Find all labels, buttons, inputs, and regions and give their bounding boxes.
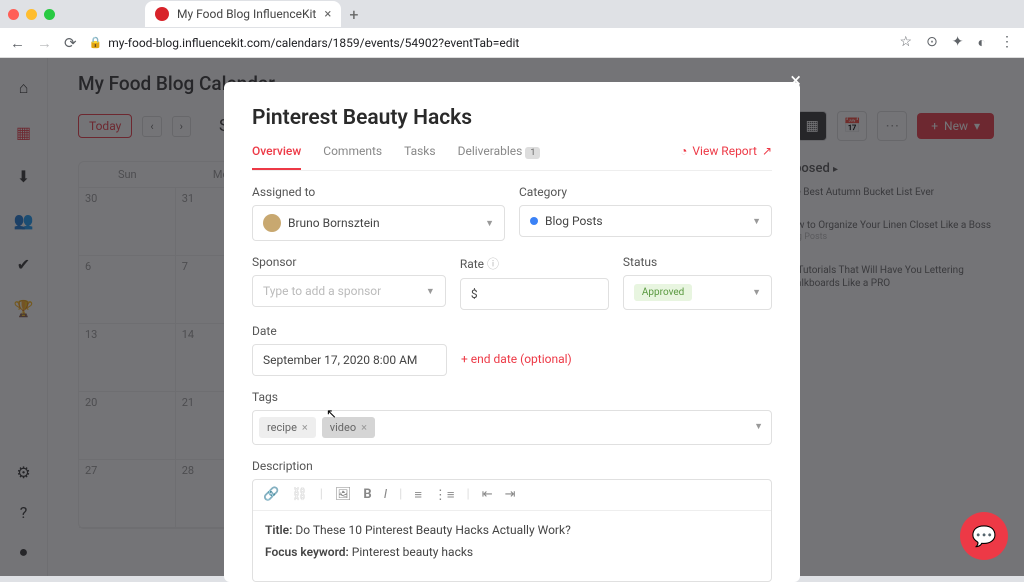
assigned-select[interactable]: Bruno Bornsztein▼	[252, 205, 505, 241]
description-editor: 🔗 ⛓ | 🖼 B I | ≡ ⋮≡ | ⇤ ⇥ Title:	[252, 479, 772, 582]
outdent-icon[interactable]: ⇤	[482, 487, 493, 503]
menu-icon[interactable]: ⋮	[1000, 34, 1014, 51]
tab-comments[interactable]: Comments	[323, 144, 382, 170]
browser-tab[interactable]: My Food Blog InfluenceKit ×	[145, 1, 341, 27]
tab-title: My Food Blog InfluenceKit	[177, 7, 316, 21]
remove-tag-icon[interactable]: ×	[302, 421, 308, 434]
status-badge: Approved	[634, 284, 692, 301]
unlink-icon[interactable]: ⛓	[291, 487, 308, 503]
chevron-down-icon: ▼	[752, 216, 761, 227]
chart-icon: ◔	[680, 144, 687, 158]
info-icon[interactable]: ⓘ	[487, 257, 499, 271]
address-bar: ← → ⟳ 🔒 my-food-blog.influencekit.com/ca…	[0, 28, 1024, 58]
ext1-icon[interactable]: ⊙	[926, 34, 938, 51]
url-text: my-food-blog.influencekit.com/calendars/…	[108, 36, 519, 50]
app-root: ⌂ ▦ ⬇ 👥 ✔ 🏆 ⚙ ? ● My Food Blog Calendar …	[0, 58, 1024, 576]
chevron-down-icon: ▼	[426, 286, 435, 297]
link-icon[interactable]: 🔗	[263, 487, 279, 503]
external-link-icon: ↗	[762, 144, 772, 158]
color-dot-icon	[530, 217, 538, 225]
tag-chip[interactable]: recipe×	[259, 417, 316, 438]
profile-icon[interactable]: ◐	[978, 34, 986, 51]
forward-icon[interactable]: →	[37, 34, 52, 52]
ul-icon[interactable]: ⋮≡	[434, 487, 455, 503]
italic-icon[interactable]: I	[384, 487, 387, 503]
ol-icon[interactable]: ≡	[414, 487, 422, 503]
view-report-link[interactable]: ◔View Report↗	[680, 144, 772, 158]
remove-tag-icon[interactable]: ×	[361, 421, 367, 434]
tag-chip[interactable]: video×	[322, 417, 375, 438]
rate-input[interactable]	[460, 278, 609, 310]
sponsor-label: Sponsor	[252, 255, 446, 269]
new-tab-button[interactable]: +	[349, 5, 358, 24]
browser-tabstrip: My Food Blog InfluenceKit × +	[0, 0, 1024, 28]
tab-tasks[interactable]: Tasks	[404, 144, 436, 170]
minimize-window-icon[interactable]	[26, 9, 37, 20]
tags-label: Tags	[252, 390, 772, 404]
sponsor-select[interactable]: Type to add a sponsor▼	[252, 275, 446, 307]
chat-icon: 💬	[972, 524, 997, 548]
chat-fab[interactable]: 💬	[960, 512, 1008, 560]
image-icon[interactable]: 🖼	[335, 487, 352, 503]
rate-label: Rate ⓘ	[460, 255, 609, 272]
modal-overlay[interactable]: × Pinterest Beauty Hacks Overview Commen…	[0, 58, 1024, 576]
close-tab-icon[interactable]: ×	[324, 7, 331, 22]
chevron-down-icon: ▼	[752, 287, 761, 298]
status-label: Status	[623, 255, 772, 269]
maximize-window-icon[interactable]	[44, 9, 55, 20]
lock-icon: 🔒	[89, 36, 103, 49]
status-select[interactable]: Approved ▼	[623, 275, 772, 310]
chevron-down-icon: ▼	[754, 421, 763, 432]
traffic-lights	[8, 9, 55, 20]
chevron-down-icon: ▼	[485, 218, 494, 229]
date-input[interactable]	[252, 344, 447, 376]
bold-icon[interactable]: B	[363, 487, 371, 503]
extensions-icon[interactable]: ✦	[952, 34, 964, 51]
modal-tabs: Overview Comments Tasks Deliverables1 ◔V…	[252, 144, 772, 171]
modal-title: Pinterest Beauty Hacks	[252, 106, 772, 130]
assigned-label: Assigned to	[252, 185, 505, 199]
url-field[interactable]: 🔒 my-food-blog.influencekit.com/calendar…	[89, 36, 888, 50]
back-icon[interactable]: ←	[10, 34, 25, 52]
star-icon[interactable]: ☆	[900, 34, 913, 51]
editor-toolbar: 🔗 ⛓ | 🖼 B I | ≡ ⋮≡ | ⇤ ⇥	[253, 480, 771, 511]
favicon-icon	[155, 7, 169, 21]
close-window-icon[interactable]	[8, 9, 19, 20]
editor-content[interactable]: Title: Do These 10 Pinterest Beauty Hack…	[253, 511, 771, 581]
avatar	[263, 214, 281, 232]
tab-overview[interactable]: Overview	[252, 144, 301, 170]
date-label: Date	[252, 324, 447, 338]
category-label: Category	[519, 185, 772, 199]
event-modal: Pinterest Beauty Hacks Overview Comments…	[224, 82, 800, 582]
description-label: Description	[252, 459, 772, 473]
add-end-date-link[interactable]: + end date (optional)	[461, 352, 572, 366]
reload-icon[interactable]: ⟳	[64, 34, 77, 52]
tab-deliverables[interactable]: Deliverables1	[458, 144, 541, 170]
category-select[interactable]: Blog Posts▼	[519, 205, 772, 237]
indent-icon[interactable]: ⇥	[505, 487, 516, 503]
tags-input[interactable]: recipe× video× ▼ ↖	[252, 410, 772, 445]
